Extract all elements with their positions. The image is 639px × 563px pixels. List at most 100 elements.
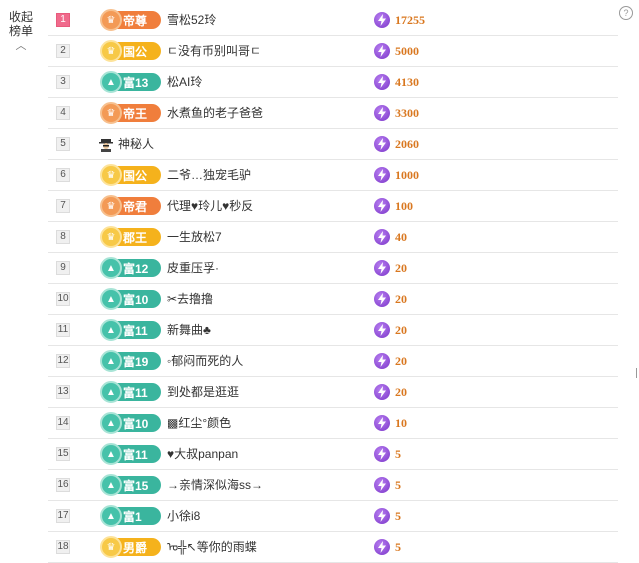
crown-emblem-icon: ♛ (100, 9, 122, 31)
ranking-row[interactable]: 14 ▲ 富10 ▩红尘°颜色 10 (48, 408, 618, 439)
level-badge: ♛ 国公 (100, 164, 161, 186)
user-name[interactable]: ㄷ没有币别叫哥ㄷ (167, 36, 261, 66)
user-name[interactable]: ◦郁闷而死的人 (167, 346, 243, 376)
lightning-icon (374, 539, 390, 555)
level-badge-label: 富13 (123, 75, 149, 90)
user-name[interactable]: 二爷…独宠毛驴 (167, 160, 251, 190)
lightning-icon (374, 291, 390, 307)
mountain-emblem-icon: ▲ (100, 381, 122, 403)
level-badge: ♛ 帝君 (100, 195, 161, 217)
mountain-emblem-icon: ▲ (100, 474, 122, 496)
score-value: 20 (395, 260, 407, 275)
user-name[interactable]: 小徐i8 (167, 501, 200, 531)
user-name[interactable]: 水煮鱼的老子爸爸 (167, 98, 263, 128)
level-badge: ▲ 富19 (100, 350, 161, 372)
rank-number: 13 (56, 385, 70, 399)
ranking-row[interactable]: 3 ▲ 富13 松AI玲 4130 (48, 67, 618, 98)
score-value: 5 (395, 477, 401, 492)
mountain-emblem-icon: ▲ (100, 257, 122, 279)
lightning-icon (374, 136, 390, 152)
level-badge-label: 富10 (123, 416, 149, 431)
crown-emblem-icon: ♛ (100, 164, 122, 186)
rank-number: 15 (56, 447, 70, 461)
ranking-row[interactable]: 5 神秘人 2060 (48, 129, 618, 160)
score: 100 (374, 198, 413, 214)
score: 3300 (374, 105, 419, 121)
rank-number: 3 (56, 75, 70, 89)
score: 40 (374, 229, 407, 245)
level-badge-label: 国公 (123, 168, 148, 183)
score: 5 (374, 508, 401, 524)
score: 5000 (374, 43, 419, 59)
ranking-row[interactable]: 1 ♛ 帝尊 雪松52玲 17255 (48, 5, 618, 36)
lightning-icon (374, 508, 390, 524)
rank-number: 12 (56, 354, 70, 368)
lightning-icon (374, 446, 390, 462)
level-badge-label: 帝尊 (123, 13, 148, 28)
user-name[interactable]: ᠤ╬↖等你的雨蝶 (167, 532, 257, 562)
user-name[interactable]: ♥大叔panpan (167, 439, 238, 469)
ranking-row[interactable]: 7 ♛ 帝君 代理♥玲儿♥秒反 100 (48, 191, 618, 222)
mountain-emblem-icon: ▲ (100, 319, 122, 341)
lightning-icon (374, 12, 390, 28)
user-name[interactable]: →亲情深似海ss→ (167, 470, 263, 500)
lightning-icon (374, 322, 390, 338)
lightning-icon (374, 167, 390, 183)
ranking-row[interactable]: 4 ♛ 帝王 水煮鱼的老子爸爸 3300 (48, 98, 618, 129)
lightning-icon (374, 353, 390, 369)
score-value: 2060 (395, 136, 419, 151)
ranking-row[interactable]: 13 ▲ 富11 到处都是逛逛 20 (48, 377, 618, 408)
level-badge-label: 富12 (123, 261, 149, 276)
user-name[interactable]: 一生放松7 (167, 222, 222, 252)
user-name[interactable]: 雪松52玲 (167, 5, 216, 35)
score-value: 40 (395, 229, 407, 244)
lightning-icon (374, 43, 390, 59)
user-name[interactable]: 新舞曲♣ (167, 315, 211, 345)
score-value: 20 (395, 353, 407, 368)
ranking-row[interactable]: 9 ▲ 富12 皮重压孚· 20 (48, 253, 618, 284)
rank-number: 17 (56, 509, 70, 523)
level-badge-label: 富11 (123, 323, 148, 338)
user-name[interactable]: 到处都是逛逛 (167, 377, 239, 407)
user-name[interactable]: 神秘人 (118, 129, 154, 159)
ranking-row[interactable]: 8 ♛ 郡王 一生放松7 40 (48, 222, 618, 253)
collapse-label-1: 收起 (8, 10, 33, 24)
level-badge-label: 帝王 (123, 106, 148, 121)
score-value: 20 (395, 322, 407, 337)
scrollbar-marker[interactable] (636, 368, 637, 378)
score-value: 100 (395, 198, 413, 213)
score: 1000 (374, 167, 419, 183)
mountain-emblem-icon: ▲ (100, 505, 122, 527)
user-name[interactable]: ✂去撸撸 (167, 284, 213, 314)
ranking-row[interactable]: 17 ▲ 富1 小徐i8 5 (48, 501, 618, 532)
collapse-ranking-toggle[interactable]: 收起 榜单 ︿ (8, 10, 34, 53)
ranking-row[interactable]: 6 ♛ 国公 二爷…独宠毛驴 1000 (48, 160, 618, 191)
rank-number: 16 (56, 478, 70, 492)
crown-emblem-icon: ♛ (100, 195, 122, 217)
ranking-list: 1 ♛ 帝尊 雪松52玲 17255 2 ♛ 国公 ㄷ没有币别叫哥ㄷ 5000 3 ▲ 富13 松AI玲 4… (48, 5, 618, 563)
level-badge: ▲ 富10 (100, 412, 161, 434)
user-name[interactable]: 代理♥玲儿♥秒反 (167, 191, 253, 221)
lightning-icon (374, 477, 390, 493)
level-badge-label: 富11 (123, 447, 148, 462)
ranking-row[interactable]: 16 ▲ 富15 →亲情深似海ss→ 5 (48, 470, 618, 501)
ranking-row[interactable]: 15 ▲ 富11 ♥大叔panpan 5 (48, 439, 618, 470)
user-name[interactable]: 松AI玲 (167, 67, 202, 97)
question-icon[interactable]: ? (619, 6, 633, 20)
rank-number: 11 (56, 323, 70, 337)
user-name[interactable]: ▩红尘°颜色 (167, 408, 231, 438)
ranking-row[interactable]: 2 ♛ 国公 ㄷ没有币别叫哥ㄷ 5000 (48, 36, 618, 67)
score: 20 (374, 260, 407, 276)
ranking-row[interactable]: 18 ♛ 男爵 ᠤ╬↖等你的雨蝶 5 (48, 532, 618, 563)
ranking-row[interactable]: 12 ▲ 富19 ◦郁闷而死的人 20 (48, 346, 618, 377)
ranking-row[interactable]: 11 ▲ 富11 新舞曲♣ 20 (48, 315, 618, 346)
level-badge-label: 富15 (123, 478, 149, 493)
score-value: 3300 (395, 105, 419, 120)
ranking-row[interactable]: 10 ▲ 富10 ✂去撸撸 20 (48, 284, 618, 315)
level-badge-label: 富11 (123, 385, 148, 400)
score: 20 (374, 353, 407, 369)
score: 20 (374, 291, 407, 307)
level-badge: ♛ 帝王 (100, 102, 161, 124)
rank-number: 7 (56, 199, 70, 213)
user-name[interactable]: 皮重压孚· (167, 253, 219, 283)
